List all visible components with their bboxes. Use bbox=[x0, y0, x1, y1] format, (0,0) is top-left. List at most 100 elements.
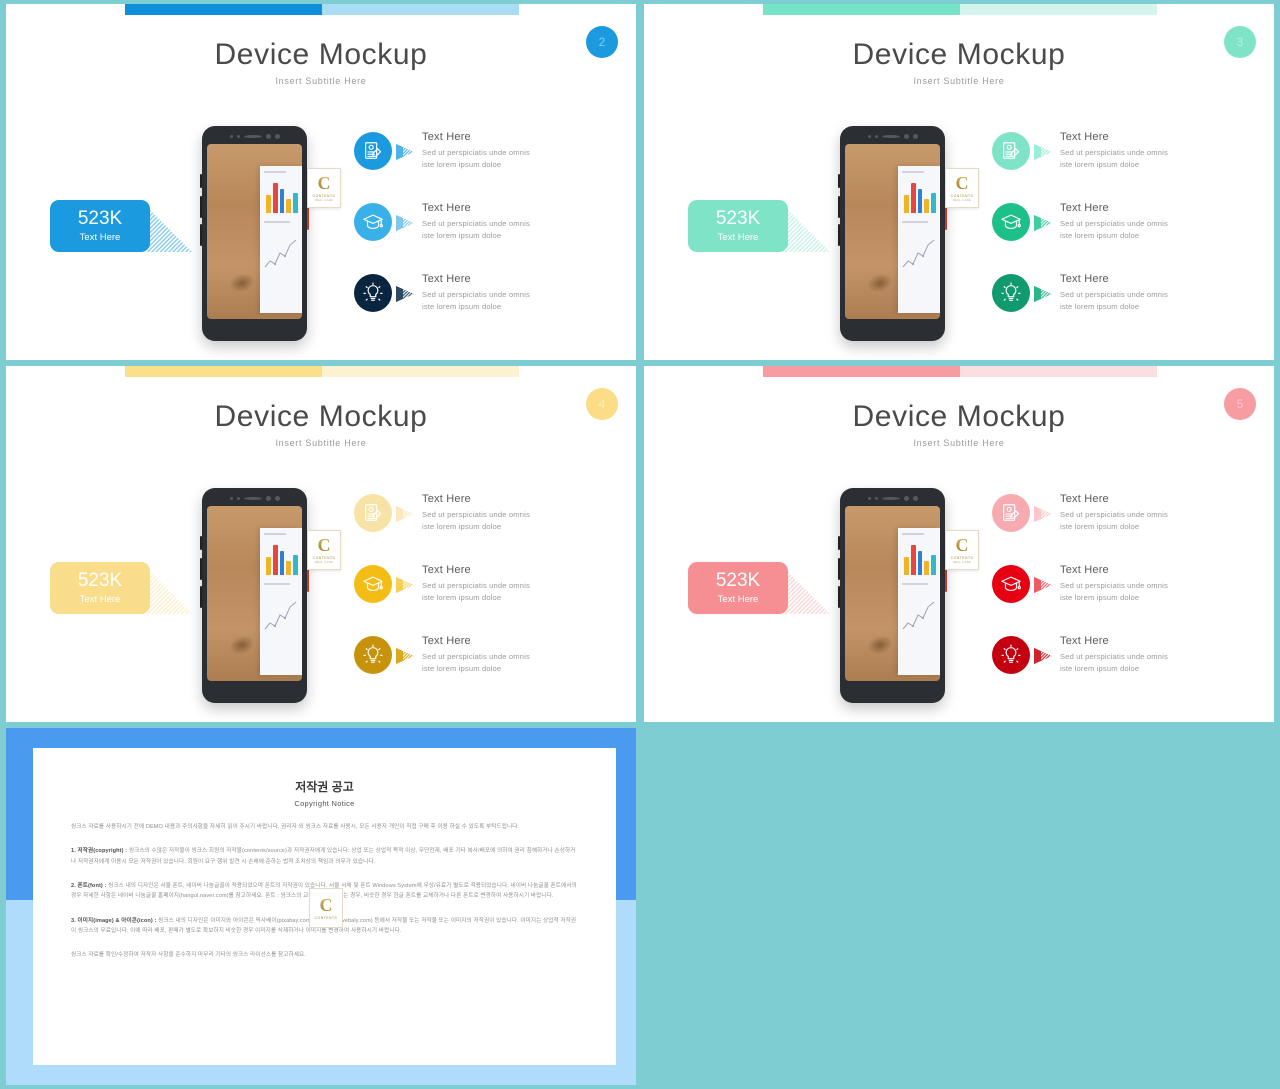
stat-callout[interactable]: 523K Text Here bbox=[50, 200, 192, 252]
feature-title: Text Here bbox=[1060, 493, 1109, 505]
arrow-icon bbox=[392, 637, 418, 675]
screen-chart-card bbox=[260, 528, 302, 675]
slide-3[interactable]: 3 Device Mockup Insert Subtitle Here C CONTE… bbox=[644, 4, 1274, 360]
header-bar-secondary bbox=[960, 366, 1157, 377]
feature-row[interactable]: Text Here Sed ut perspiciatis unde omnis i… bbox=[354, 272, 614, 343]
feature-row[interactable]: Text Here Sed ut perspiciatis unde omnis i… bbox=[992, 272, 1252, 343]
feature-list: Text Here Sed ut perspiciatis unde omnis i… bbox=[354, 130, 614, 343]
copyright-logo-watermark: C CONTENTS bbox=[309, 888, 343, 928]
logo-brand-sub: REAL CARE bbox=[314, 199, 334, 202]
arrow-icon bbox=[1030, 204, 1056, 242]
phone-mockup bbox=[838, 126, 947, 341]
stat-value: 523K bbox=[715, 207, 761, 229]
feature-title: Text Here bbox=[1060, 273, 1109, 285]
decorative-triangle bbox=[146, 206, 192, 252]
stat-callout[interactable]: 523K Text Here bbox=[688, 562, 830, 614]
lightbulb-icon bbox=[354, 274, 392, 312]
screen-bar-chart bbox=[264, 541, 298, 575]
page-subtitle: Insert Subtitle Here bbox=[913, 76, 1005, 86]
logo-brand: CONTENTS bbox=[314, 916, 338, 920]
logo-watermark: C CONTENTS REAL CARE bbox=[945, 168, 979, 208]
phone-mockup bbox=[200, 488, 309, 703]
phone-screen bbox=[207, 506, 302, 681]
feature-line-1: Sed ut perspiciatis unde omnis bbox=[422, 510, 530, 519]
feature-line-2: iste lorem ipsum doloe bbox=[422, 663, 502, 673]
phone-button-volume-down bbox=[200, 586, 202, 608]
feature-title: Text Here bbox=[422, 493, 471, 505]
feature-row[interactable]: Text Here Sed ut perspiciatis unde omnis i… bbox=[992, 563, 1252, 634]
graduation-cap-icon bbox=[354, 565, 392, 603]
lightbulb-icon bbox=[992, 274, 1030, 312]
feature-row[interactable]: Text Here Sed ut perspiciatis unde omnis i… bbox=[354, 634, 614, 705]
phone-button-mute bbox=[200, 536, 202, 550]
decorative-triangle bbox=[784, 206, 830, 252]
screen-bar-chart bbox=[902, 541, 936, 575]
phone-button-volume-down bbox=[200, 224, 202, 246]
decorative-triangle bbox=[784, 568, 830, 614]
logo-letter: C bbox=[317, 535, 331, 555]
arrow-icon bbox=[392, 566, 418, 604]
slide-5[interactable]: 5 Device Mockup Insert Subtitle Here C CONTE… bbox=[644, 366, 1274, 722]
header-bar-primary bbox=[125, 4, 322, 15]
copyright-section-2-heading: 2. 폰트(font) : bbox=[71, 883, 107, 890]
page-title: Device Mockup bbox=[214, 400, 428, 433]
feature-list: Text Here Sed ut perspiciatis unde omnis i… bbox=[992, 492, 1252, 705]
feature-row[interactable]: Text Here Sed ut perspiciatis unde omnis i… bbox=[992, 201, 1252, 272]
graduation-cap-icon bbox=[992, 203, 1030, 241]
arrow-icon bbox=[392, 275, 418, 313]
phone-top-sensors bbox=[202, 492, 307, 504]
stat-callout[interactable]: 523K Text Here bbox=[50, 562, 192, 614]
logo-letter: C bbox=[955, 535, 969, 555]
graduation-cap-icon bbox=[354, 203, 392, 241]
feature-title: Text Here bbox=[422, 273, 471, 285]
feature-title: Text Here bbox=[422, 131, 471, 143]
phone-mockup bbox=[838, 488, 947, 703]
feature-line-2: iste lorem ipsum doloe bbox=[1060, 230, 1140, 240]
logo-brand: CONTENTS bbox=[312, 194, 336, 198]
feature-title: Text Here bbox=[1060, 131, 1109, 143]
feature-line-1: Sed ut perspiciatis unde omnis bbox=[422, 148, 530, 157]
logo-letter: C bbox=[319, 895, 333, 915]
feature-row[interactable]: Text Here Sed ut perspiciatis unde omnis i… bbox=[354, 201, 614, 272]
feature-title: Text Here bbox=[422, 635, 471, 647]
stat-callout[interactable]: 523K Text Here bbox=[688, 200, 830, 252]
wallpaper-texture bbox=[864, 270, 896, 296]
feature-line-1: Sed ut perspiciatis unde omnis bbox=[1060, 290, 1168, 299]
feature-row[interactable]: Text Here Sed ut perspiciatis unde omnis i… bbox=[992, 492, 1252, 563]
feature-line-2: iste lorem ipsum doloe bbox=[1060, 159, 1140, 169]
feature-line-2: iste lorem ipsum doloe bbox=[1060, 301, 1140, 311]
feature-title: Text Here bbox=[422, 202, 471, 214]
phone-button-mute bbox=[200, 174, 202, 188]
feature-row[interactable]: Text Here Sed ut perspiciatis unde omnis i… bbox=[354, 130, 614, 201]
logo-letter: C bbox=[317, 173, 331, 193]
feature-line-2: iste lorem ipsum doloe bbox=[422, 230, 502, 240]
logo-watermark: C CONTENTS REAL CARE bbox=[307, 168, 341, 208]
header-bar-primary bbox=[763, 4, 960, 15]
phone-mockup bbox=[200, 126, 309, 341]
logo-watermark: C CONTENTS REAL CARE bbox=[945, 530, 979, 570]
copyright-title: 저작권 공고 bbox=[295, 780, 354, 794]
arrow-icon bbox=[1030, 637, 1056, 675]
arrow-icon bbox=[1030, 275, 1056, 313]
arrow-icon bbox=[1030, 495, 1056, 533]
slide-4[interactable]: 4 Device Mockup Insert Subtitle Here C CONTE… bbox=[6, 366, 636, 722]
arrow-icon bbox=[392, 495, 418, 533]
feature-row[interactable]: Text Here Sed ut perspiciatis unde omnis i… bbox=[992, 130, 1252, 201]
phone-button-mute bbox=[838, 174, 840, 188]
phone-screen bbox=[845, 506, 940, 681]
page-title: Device Mockup bbox=[214, 38, 428, 71]
feature-row[interactable]: Text Here Sed ut perspiciatis unde omnis i… bbox=[992, 634, 1252, 705]
feature-line-2: iste lorem ipsum doloe bbox=[1060, 521, 1140, 531]
document-pen-icon bbox=[354, 132, 392, 170]
feature-row[interactable]: Text Here Sed ut perspiciatis unde omnis i… bbox=[354, 492, 614, 563]
lightbulb-icon bbox=[354, 636, 392, 674]
decorative-triangle bbox=[146, 568, 192, 614]
phone-screen bbox=[845, 144, 940, 319]
stat-value: 523K bbox=[77, 569, 123, 591]
page-subtitle: Insert Subtitle Here bbox=[275, 438, 367, 448]
slide-2[interactable]: 2 Device Mockup Insert Subtitle Here C CONTE… bbox=[6, 4, 636, 360]
feature-line-1: Sed ut perspiciatis unde omnis bbox=[1060, 148, 1168, 157]
phone-top-sensors bbox=[840, 130, 945, 142]
stat-label: Text Here bbox=[79, 594, 121, 606]
feature-row[interactable]: Text Here Sed ut perspiciatis unde omnis i… bbox=[354, 563, 614, 634]
